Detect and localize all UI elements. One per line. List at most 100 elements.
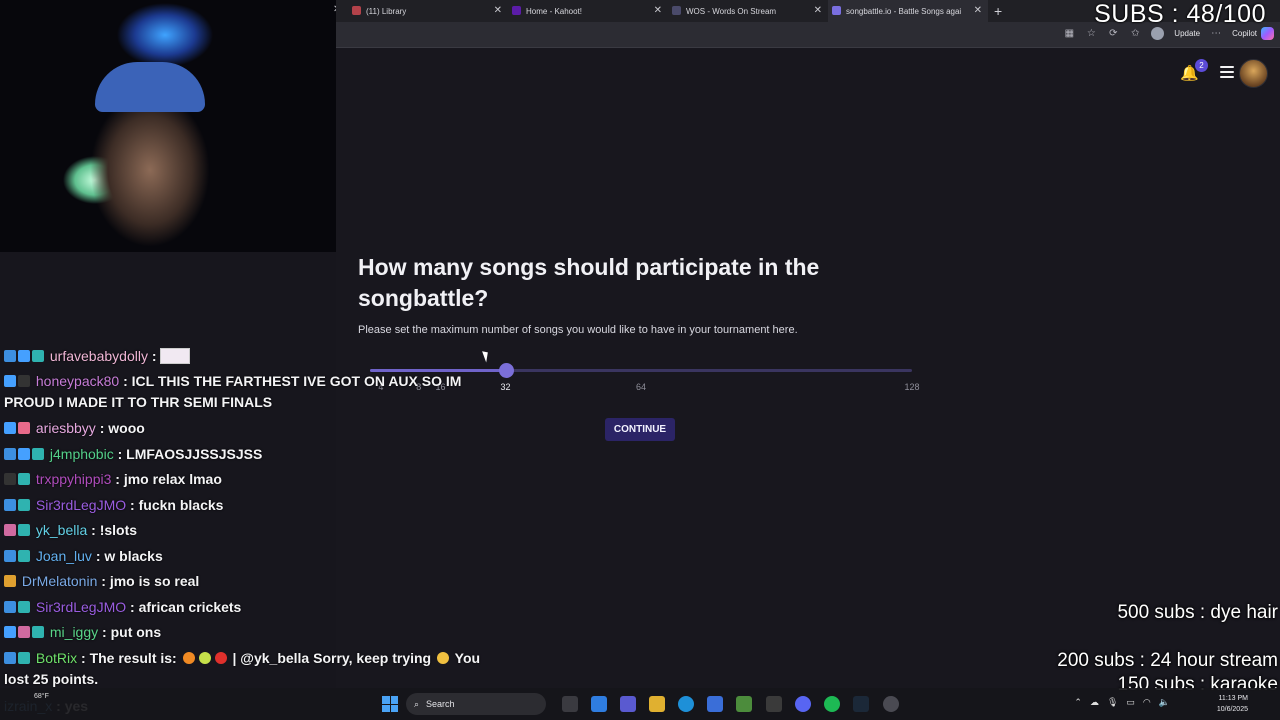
microphone-icon[interactable]: 🎙 — [1107, 697, 1118, 708]
badge-icon — [18, 626, 30, 638]
menu-icon[interactable] — [1220, 66, 1234, 78]
chat-username[interactable]: yk_bella — [36, 522, 87, 538]
chat-username[interactable]: Sir3rdLegJMO — [36, 599, 126, 615]
file-explorer-icon[interactable] — [649, 696, 665, 712]
chat-username[interactable]: honeypack80 — [36, 373, 119, 389]
obs-icon[interactable] — [883, 696, 899, 712]
close-icon[interactable]: ✕ — [814, 5, 822, 16]
steam-icon[interactable] — [853, 696, 869, 712]
badge-icon — [18, 550, 30, 562]
close-icon[interactable]: ✕ — [974, 5, 982, 16]
tab-title: Home - Kahoot! — [526, 6, 583, 16]
chat-text: LMFAOSJJSSJSJSS — [126, 446, 263, 462]
chat-username[interactable]: Joan_luv — [36, 548, 92, 564]
extensions-icon[interactable]: ⟳ — [1107, 28, 1119, 40]
copilot-app-icon[interactable] — [591, 696, 607, 712]
chat-text: african crickets — [138, 599, 242, 615]
orange-emoji-icon — [182, 652, 195, 664]
close-icon[interactable]: ✕ — [654, 5, 662, 16]
chat-username[interactable]: Sir3rdLegJMO — [36, 497, 126, 513]
chat-username[interactable]: DrMelatonin — [22, 573, 97, 589]
windows-start-icon[interactable] — [382, 696, 398, 712]
badge-icon — [4, 601, 16, 613]
badge-icon — [4, 524, 16, 536]
favorites-icon[interactable]: ✩ — [1129, 28, 1141, 40]
task-view-icon[interactable] — [562, 696, 578, 712]
tab-songbattle[interactable]: songbattle.io - Battle Songs agai ✕ — [828, 0, 988, 22]
chat-username[interactable]: urfavebabydolly — [50, 348, 148, 364]
chat-text: fuckn blacks — [138, 497, 224, 513]
app-icon[interactable] — [766, 696, 782, 712]
chat-message: mi_iggy : put ons — [4, 622, 504, 643]
page-subtitle: Please set the maximum number of songs y… — [358, 324, 798, 336]
wos-favicon-icon — [672, 6, 681, 15]
badge-icon — [4, 575, 16, 587]
tab-wos[interactable]: WOS - Words On Stream ✕ — [668, 0, 828, 22]
chat-message: Sir3rdLegJMO : fuckn blacks — [4, 495, 504, 516]
library-favicon-icon — [352, 6, 361, 15]
notification-badge: 2 — [1195, 59, 1208, 72]
weather-widget[interactable]: 68°F — [34, 693, 49, 700]
goal-item: 500 subs : dye hair — [1117, 602, 1278, 623]
chat-username[interactable]: mi_iggy — [50, 624, 98, 640]
chat-message: ariesbbyy : wooo — [4, 418, 504, 439]
badge-icon — [32, 350, 44, 362]
tab-kahoot[interactable]: Home - Kahoot! ✕ — [508, 0, 668, 22]
badge-icon — [18, 448, 30, 460]
copilot-label: Copilot — [1232, 29, 1257, 38]
slider-tick-64[interactable]: 64 — [636, 382, 646, 392]
badge-icon — [4, 652, 16, 664]
chevron-up-icon[interactable]: ⌃ — [1074, 697, 1082, 708]
more-icon[interactable]: ⋯ — [1210, 28, 1222, 40]
chat-username[interactable]: j4mphobic — [50, 446, 114, 462]
chat-message: DrMelatonin : jmo is so real — [4, 571, 504, 592]
taskbar-search[interactable]: ⌕ Search — [406, 693, 546, 715]
plus-icon[interactable]: + — [994, 3, 1002, 19]
goal-item: 200 subs : 24 hour stream — [1057, 650, 1278, 671]
store-icon[interactable] — [707, 696, 723, 712]
update-button[interactable]: Update — [1174, 29, 1200, 38]
clock[interactable]: 11:13 PM 10/6/2025 — [1217, 693, 1248, 715]
chat-text: The result is: — [89, 650, 177, 666]
volume-icon[interactable]: 🔈 — [1159, 697, 1170, 708]
cloud-icon[interactable]: ☁ — [1090, 697, 1099, 708]
continue-button[interactable]: CONTINUE — [605, 418, 675, 441]
chat-text: !slots — [99, 522, 138, 538]
close-icon[interactable]: ✕ — [494, 5, 502, 16]
edge-icon[interactable] — [678, 696, 694, 712]
badge-icon — [4, 422, 16, 434]
kahoot-favicon-icon — [512, 6, 521, 15]
chat-text: put ons — [110, 624, 162, 640]
badge-icon — [4, 448, 16, 460]
tab-title: (11) Library — [366, 6, 407, 16]
badge-icon — [18, 652, 30, 664]
badge-icon — [4, 499, 16, 511]
discord-icon[interactable] — [795, 696, 811, 712]
chat-username[interactable]: ariesbbyy — [36, 420, 96, 436]
subs-counter: SUBS : 48/100 — [1094, 0, 1266, 28]
badge-icon — [18, 499, 30, 511]
wifi-icon[interactable]: ◠ — [1143, 697, 1151, 708]
avatar[interactable] — [1239, 59, 1268, 88]
webcam-feed — [0, 0, 336, 252]
apps-icon[interactable]: ▦ — [1063, 28, 1075, 40]
spotify-icon[interactable] — [824, 696, 840, 712]
slider-tick-128[interactable]: 128 — [904, 382, 919, 392]
chat-username[interactable]: trxppyhippi3 — [36, 471, 112, 487]
tab-library[interactable]: (11) Library ✕ — [348, 0, 508, 22]
chat-text: w blacks — [104, 548, 163, 564]
chat-text: | @yk_bella Sorry, keep trying — [232, 650, 432, 666]
chat-message: BotRix : The result is: | @yk_bella Sorr… — [4, 650, 481, 687]
clock-time: 11:13 PM — [1218, 695, 1248, 702]
system-tray: ⌃ ☁ 🎙 ▭ ◠ 🔈 — [1074, 697, 1170, 708]
tab-title: WOS - Words On Stream — [686, 6, 777, 16]
tab-title: songbattle.io - Battle Songs agai — [846, 6, 962, 16]
minecraft-icon[interactable] — [736, 696, 752, 712]
monitor-icon[interactable]: ▭ — [1126, 697, 1135, 708]
badge-icon — [4, 550, 16, 562]
star-icon[interactable]: ☆ — [1085, 28, 1097, 40]
chat-username[interactable]: BotRix — [36, 650, 77, 666]
teams-icon[interactable] — [620, 696, 636, 712]
taskbar: 68°F ⌕ Search ⌃ ☁ 🎙 ▭ ◠ 🔈 11:13 PM 10/6/… — [0, 688, 1280, 720]
badge-icon — [18, 350, 30, 362]
